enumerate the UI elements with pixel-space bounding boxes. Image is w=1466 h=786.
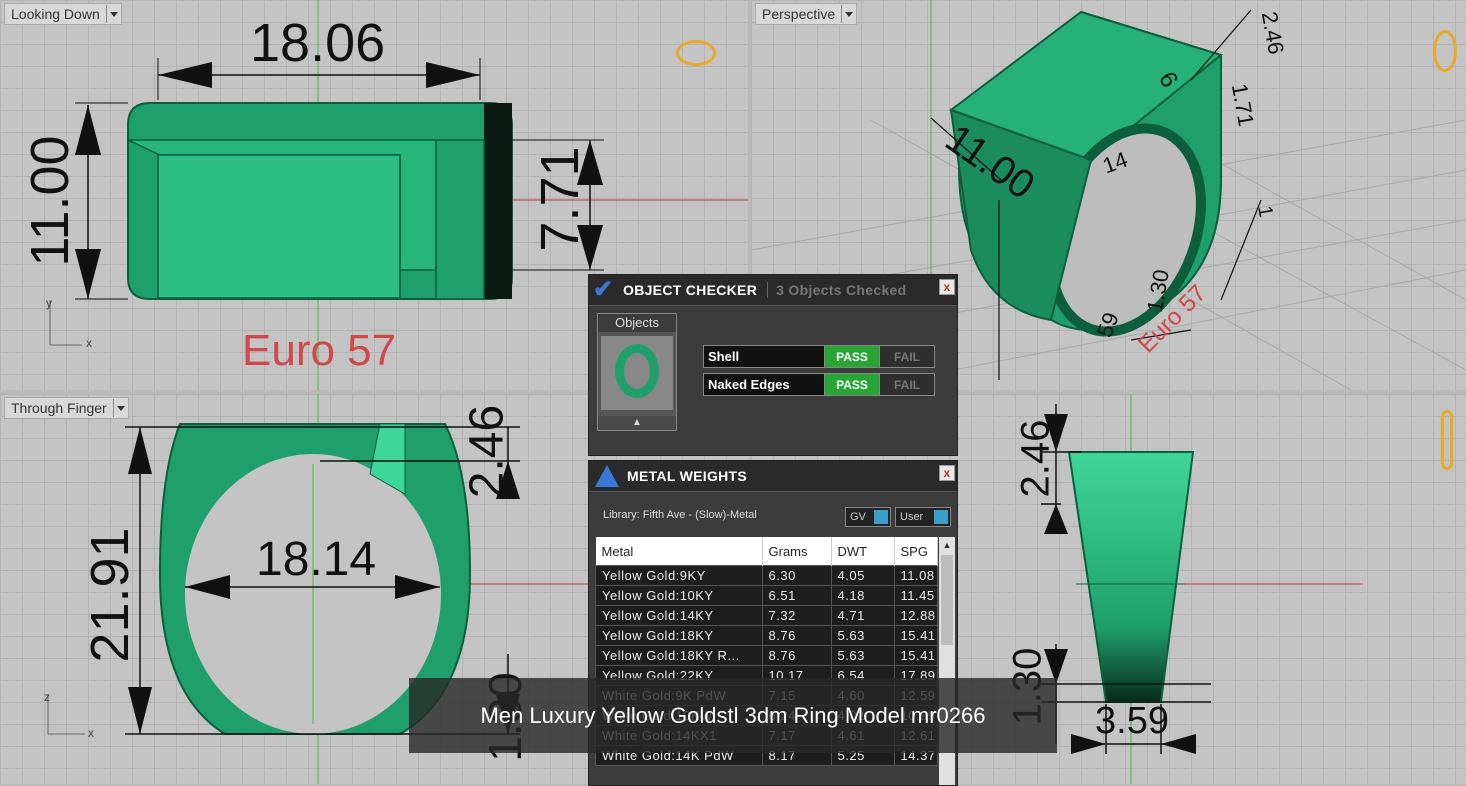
fail-button[interactable]: FAIL	[879, 346, 934, 367]
table-row[interactable]: Yellow Gold:18KY 8.76 5.63 15.41	[595, 625, 938, 646]
table-cell: 6.30	[761, 565, 832, 586]
viewport-title: Through Finger	[11, 400, 107, 416]
table-row[interactable]: Yellow Gold:18KY R... 8.76 5.63 15.41	[595, 645, 938, 666]
metal-weights-header: METAL WEIGHTS x	[589, 461, 957, 492]
table-cell: 4.71	[830, 605, 895, 626]
pass-button[interactable]: PASS	[824, 346, 879, 367]
toggle-indicator-icon	[934, 510, 948, 524]
gv-toggle[interactable]: GV	[845, 507, 891, 527]
table-row[interactable]: Yellow Gold:9KY 6.30 4.05 11.08	[595, 565, 938, 586]
table-row[interactable]: Yellow Gold:10KY 6.51 4.18 11.45	[595, 585, 938, 606]
table-cell: 12.88	[893, 605, 938, 626]
caption-banner: Men Luxury Yellow Goldstl 3dm Ring Model…	[409, 678, 1057, 753]
viewport-title: Perspective	[762, 6, 836, 22]
ring-thumbnail-shape	[615, 344, 659, 398]
viewport-label-perspective[interactable]: Perspective	[755, 3, 858, 25]
dimension-width: 3.59	[1095, 700, 1169, 742]
table-row[interactable]: Yellow Gold:14KY 7.32 4.71 12.88	[595, 605, 938, 626]
column-header-grams[interactable]: Grams	[762, 537, 832, 566]
dimension-inner: 18.14	[256, 533, 377, 586]
chevron-down-icon[interactable]	[841, 5, 856, 23]
object-checker-header: ✔ OBJECT CHECKER 3 Objects Checked x	[589, 275, 957, 306]
user-toggle-label: User	[900, 511, 924, 523]
caption-text: Men Luxury Yellow Goldstl 3dm Ring Model…	[480, 702, 986, 728]
dimension-width: 18.06	[250, 13, 386, 73]
table-cell: 4.18	[830, 585, 895, 606]
object-checker-title: OBJECT CHECKER	[623, 282, 758, 298]
check-row-shell: Shell PASS FAIL	[703, 345, 935, 368]
chevron-down-icon[interactable]	[105, 5, 121, 23]
table-cell: 11.45	[893, 585, 938, 606]
gv-toggle-label: GV	[850, 511, 866, 523]
toggle-indicator-icon	[874, 510, 888, 524]
table-cell: Yellow Gold:9KY	[595, 565, 763, 586]
scroll-up-arrow[interactable]: ▲	[939, 537, 955, 553]
scroll-up-button[interactable]: ▲	[598, 416, 676, 430]
table-cell: 8.76	[761, 645, 832, 666]
dimension-top: 2.46	[1013, 419, 1058, 498]
metal-weights-title: METAL WEIGHTS	[627, 468, 748, 484]
user-toggle[interactable]: User	[895, 507, 951, 527]
table-header-row: Metal Grams DWT SPG	[595, 537, 938, 566]
checkmark-icon: ✔	[593, 276, 614, 303]
axis-y-label: y	[46, 296, 52, 310]
chevron-down-icon[interactable]	[112, 399, 128, 417]
viewport-label-through-finger[interactable]: Through Finger	[4, 397, 129, 419]
table-cell: 5.63	[830, 645, 895, 666]
table-cell: 11.08	[893, 565, 938, 586]
close-button[interactable]: x	[939, 465, 955, 481]
table-cell: 5.63	[830, 625, 895, 646]
ring-gizmo-icon[interactable]	[676, 40, 716, 66]
table-cell: 8.76	[761, 625, 832, 646]
check-row-naked-edges: Naked Edges PASS FAIL	[703, 373, 935, 396]
fail-button[interactable]: FAIL	[879, 374, 934, 395]
table-cell: Yellow Gold:14KY	[595, 605, 763, 626]
ring-gizmo-icon[interactable]	[1433, 30, 1457, 72]
axis-z-label: z	[44, 690, 50, 704]
table-cell: 4.05	[830, 565, 895, 586]
column-header-dwt[interactable]: DWT	[831, 537, 895, 566]
table-cell: Yellow Gold:18KY	[595, 625, 763, 646]
objects-checked-status: 3 Objects Checked	[767, 282, 906, 298]
table-cell: 6.51	[761, 585, 832, 606]
scroll-thumb[interactable]	[941, 555, 953, 645]
table-cell: 7.32	[761, 605, 832, 626]
pass-button[interactable]: PASS	[824, 374, 879, 395]
table-cell: Yellow Gold:10KY	[595, 585, 763, 606]
objects-thumbnail-box[interactable]: Objects ▲	[597, 313, 677, 431]
table-cell: 15.41	[893, 625, 938, 646]
table-cell: Yellow Gold:18KY R...	[595, 645, 763, 666]
viewport-label-looking-down[interactable]: Looking Down	[4, 3, 122, 25]
column-header-metal[interactable]: Metal	[595, 537, 763, 566]
axis-x-label: x	[86, 336, 92, 350]
flask-icon	[595, 465, 619, 487]
ring-thumbnail	[601, 336, 673, 410]
dimension-height: 21.91	[80, 527, 140, 663]
dimension-height: 11.00	[20, 135, 80, 267]
close-button[interactable]: x	[939, 279, 955, 295]
object-checker-panel: ✔ OBJECT CHECKER 3 Objects Checked x Obj…	[588, 274, 958, 456]
dimension-top: 2.46	[460, 404, 514, 499]
check-label: Naked Edges	[708, 377, 790, 392]
dimension-inner: 7.71	[530, 146, 590, 252]
table-cell: 15.41	[893, 645, 938, 666]
ring-size-label: Euro 57	[242, 326, 397, 375]
check-label: Shell	[708, 349, 740, 364]
objects-label: Objects	[598, 314, 676, 332]
viewport-title: Looking Down	[11, 6, 100, 22]
column-header-spg[interactable]: SPG	[894, 537, 938, 566]
ring-gizmo-icon[interactable]	[1441, 410, 1453, 470]
library-label: Library: Fifth Ave - (Slow)-Metal	[603, 509, 757, 521]
axis-x-label: x	[88, 726, 94, 740]
